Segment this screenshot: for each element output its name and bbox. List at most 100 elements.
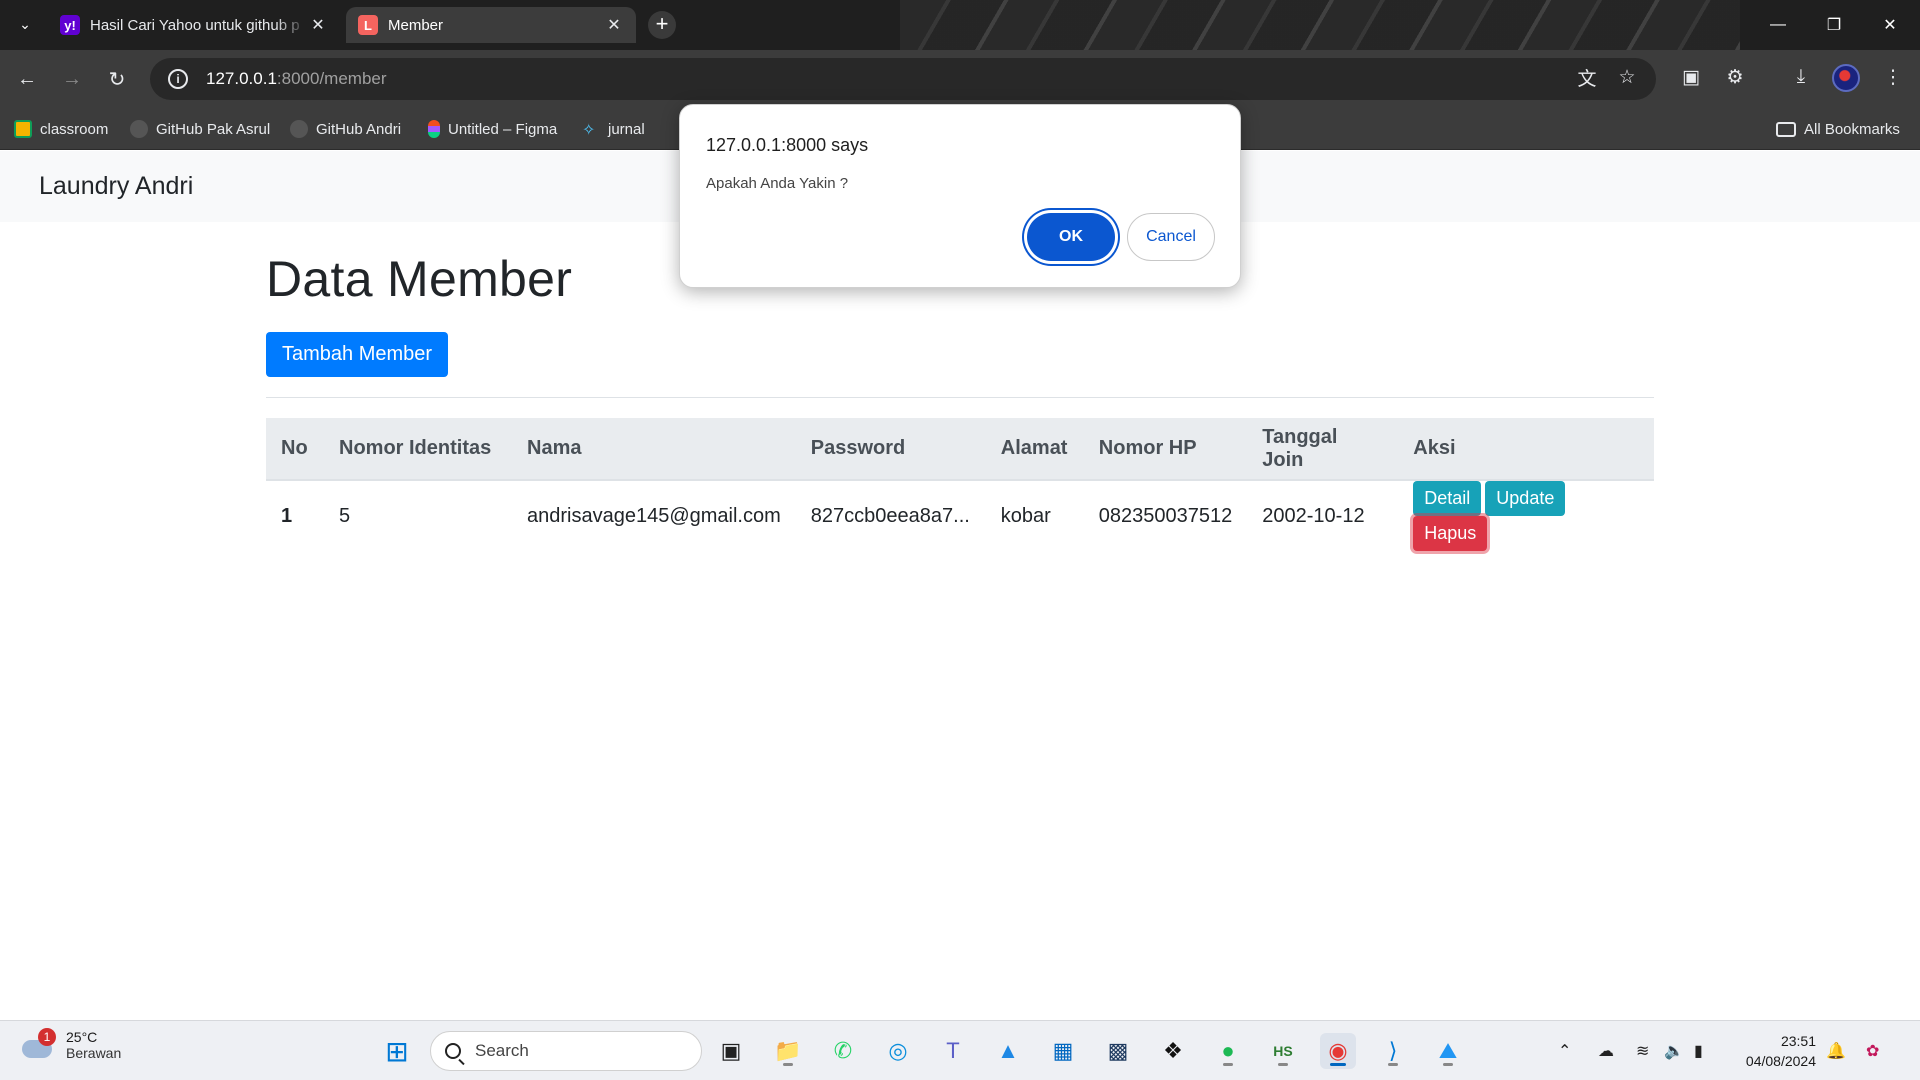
restore-icon[interactable]: ❐ — [1806, 0, 1862, 50]
windows-taskbar: 1 25°C Berawan ⊞ Search ▣ 📁 ✆ ◎ T ▲ ▦ ▩ … — [0, 1020, 1920, 1080]
table-row: 1 5 andrisavage145@gmail.com 827ccb0eea8… — [266, 480, 1654, 551]
hs-app-icon[interactable]: HS — [1265, 1033, 1301, 1069]
url-path: :8000/member — [276, 69, 387, 88]
divider — [266, 397, 1654, 398]
address-bar[interactable]: i 127.0.0.1:8000/member — [150, 58, 1656, 100]
minimize-icon[interactable]: — — [1750, 0, 1806, 50]
translate-icon[interactable]: 文 — [1570, 60, 1604, 94]
terminal-icon[interactable]: ▩ — [1100, 1033, 1136, 1069]
tab-member[interactable]: L Member ✕ — [346, 7, 636, 43]
weather-widget[interactable]: 1 25°C Berawan — [20, 1028, 122, 1061]
laravel-icon: L — [358, 15, 378, 35]
photos-icon[interactable]: ⛰ — [1430, 1033, 1466, 1069]
system-clock[interactable]: 23:51 04/08/2024 — [1732, 1031, 1816, 1071]
all-bookmarks-label: All Bookmarks — [1804, 120, 1900, 138]
bookmark-label: Untitled – Figma — [448, 120, 558, 138]
bookmark-jurnal[interactable]: ✧ jurnal — [582, 118, 645, 140]
new-tab-button[interactable]: + — [648, 11, 676, 39]
detail-button[interactable]: Detail — [1413, 481, 1482, 516]
copilot-icon[interactable]: ✿ — [1866, 1021, 1879, 1080]
figma-icon — [428, 120, 440, 138]
tab-yahoo-search[interactable]: y! Hasil Cari Yahoo untuk github p ✕ — [48, 7, 340, 43]
volume-icon[interactable]: 🔈 — [1664, 1021, 1684, 1080]
cell-password: 827ccb0eea8a7... — [810, 504, 970, 527]
bookmark-label: classroom — [40, 120, 109, 138]
dialog-cancel-button[interactable]: Cancel — [1127, 213, 1215, 261]
bookmark-figma[interactable]: Untitled – Figma — [428, 118, 557, 140]
yahoo-icon: y! — [60, 15, 80, 35]
windows-start-icon[interactable]: ⊞ — [379, 1033, 415, 1069]
column-header-no: No — [266, 418, 324, 481]
app-store-icon[interactable]: ▲ — [990, 1033, 1026, 1069]
profile-avatar[interactable] — [1832, 64, 1860, 92]
taskbar-search-box[interactable]: Search — [430, 1031, 702, 1071]
update-button[interactable]: Update — [1485, 481, 1566, 516]
cell-nomor-hp: 082350037512 — [1098, 504, 1233, 527]
column-header-aksi: Aksi — [1398, 418, 1654, 481]
search-icon — [445, 1043, 461, 1059]
notification-bell-icon[interactable]: 🔔 — [1826, 1021, 1846, 1080]
edge-icon[interactable]: ◎ — [880, 1033, 916, 1069]
wifi-icon[interactable]: ≋ — [1636, 1021, 1649, 1080]
vscode-icon[interactable]: ⟩ — [1375, 1033, 1411, 1069]
file-explorer-icon[interactable]: 📁 — [770, 1033, 806, 1069]
column-header-password: Password — [795, 418, 986, 481]
dropbox-icon[interactable]: ❖ — [1155, 1033, 1191, 1069]
microsoft-store-icon[interactable]: ▦ — [1045, 1033, 1081, 1069]
download-icon[interactable]: ⤓ — [1784, 60, 1818, 94]
browser-tab-strip: ⌄ y! Hasil Cari Yahoo untuk github p ✕ L… — [0, 0, 1920, 50]
url-host: 127.0.0.1 — [206, 69, 277, 88]
site-info-icon[interactable]: i — [168, 69, 188, 89]
weather-condition: Berawan — [66, 1045, 122, 1061]
tab-title: Hasil Cari Yahoo untuk github p — [90, 16, 300, 34]
bookmark-star-icon[interactable]: ☆ — [1610, 60, 1644, 94]
bookmark-label: GitHub Pak Asrul — [156, 120, 271, 138]
cell-aksi: Detail UpdateHapus — [1398, 480, 1654, 551]
onedrive-icon[interactable]: ☁ — [1598, 1021, 1614, 1080]
member-table: No Nomor Identitas Nama Password Alamat … — [266, 418, 1654, 551]
notification-badge: 1 — [38, 1028, 56, 1046]
dialog-message: Apakah Anda Yakin ? — [706, 175, 849, 192]
column-header-nama: Nama — [512, 418, 796, 481]
forward-arrow-icon[interactable]: → — [57, 64, 87, 94]
bookmark-classroom[interactable]: classroom — [14, 118, 108, 140]
column-header-nomor-identitas: Nomor Identitas — [324, 418, 512, 481]
hapus-button[interactable]: Hapus — [1413, 516, 1488, 551]
column-header-nomor-hp: Nomor HP — [1083, 418, 1248, 481]
bookmark-label: jurnal — [608, 120, 645, 138]
bookmark-github-andri[interactable]: GitHub Andri — [290, 118, 401, 140]
browser-toolbar: ← → ↻ i 127.0.0.1:8000/member 文 ☆ ▣ ⚙ ⤓ … — [0, 50, 1920, 108]
column-header-tanggal-join: Tanggal Join — [1247, 418, 1399, 481]
add-member-button[interactable]: Tambah Member — [266, 332, 449, 377]
table-header-row: No Nomor Identitas Nama Password Alamat … — [266, 418, 1654, 481]
spotify-icon[interactable]: ● — [1210, 1033, 1246, 1069]
teams-icon[interactable]: T — [935, 1033, 971, 1069]
extensions-icon[interactable]: ⚙ — [1718, 60, 1752, 94]
bookmark-github-pak-asrul[interactable]: GitHub Pak Asrul — [130, 118, 270, 140]
cell-nomor-identitas: 5 — [339, 504, 351, 527]
battery-icon[interactable]: ▮ — [1694, 1021, 1703, 1080]
chrome-icon[interactable]: ◉ — [1320, 1033, 1356, 1069]
chrome-menu-icon[interactable]: ⋮ — [1876, 60, 1910, 94]
screenshot-camera-icon[interactable]: ▣ — [1674, 60, 1708, 94]
whatsapp-icon[interactable]: ✆ — [825, 1033, 861, 1069]
dialog-ok-button[interactable]: OK — [1027, 213, 1115, 261]
window-background-pattern — [900, 0, 1740, 50]
tab-title: Member — [388, 16, 444, 34]
bookmark-label: GitHub Andri — [316, 120, 402, 138]
column-header-alamat: Alamat — [985, 418, 1084, 481]
folder-icon — [1776, 121, 1796, 137]
clock-time: 23:51 — [1780, 1033, 1816, 1049]
close-tab-icon[interactable]: ✕ — [604, 15, 624, 35]
close-window-icon[interactable]: ✕ — [1862, 0, 1918, 50]
dialog-title: 127.0.0.1:8000 says — [706, 135, 869, 155]
weather-temperature: 25°C — [66, 1029, 98, 1045]
close-tab-icon[interactable]: ✕ — [308, 15, 328, 35]
navbar-brand[interactable]: Laundry Andri — [39, 172, 193, 201]
tab-search-chevron-icon[interactable]: ⌄ — [12, 11, 38, 37]
all-bookmarks[interactable]: All Bookmarks — [1776, 118, 1900, 140]
back-arrow-icon[interactable]: ← — [12, 64, 42, 94]
task-view-icon[interactable]: ▣ — [713, 1033, 749, 1069]
reload-icon[interactable]: ↻ — [102, 64, 132, 94]
show-hidden-icons-icon[interactable]: ⌃ — [1558, 1021, 1571, 1080]
